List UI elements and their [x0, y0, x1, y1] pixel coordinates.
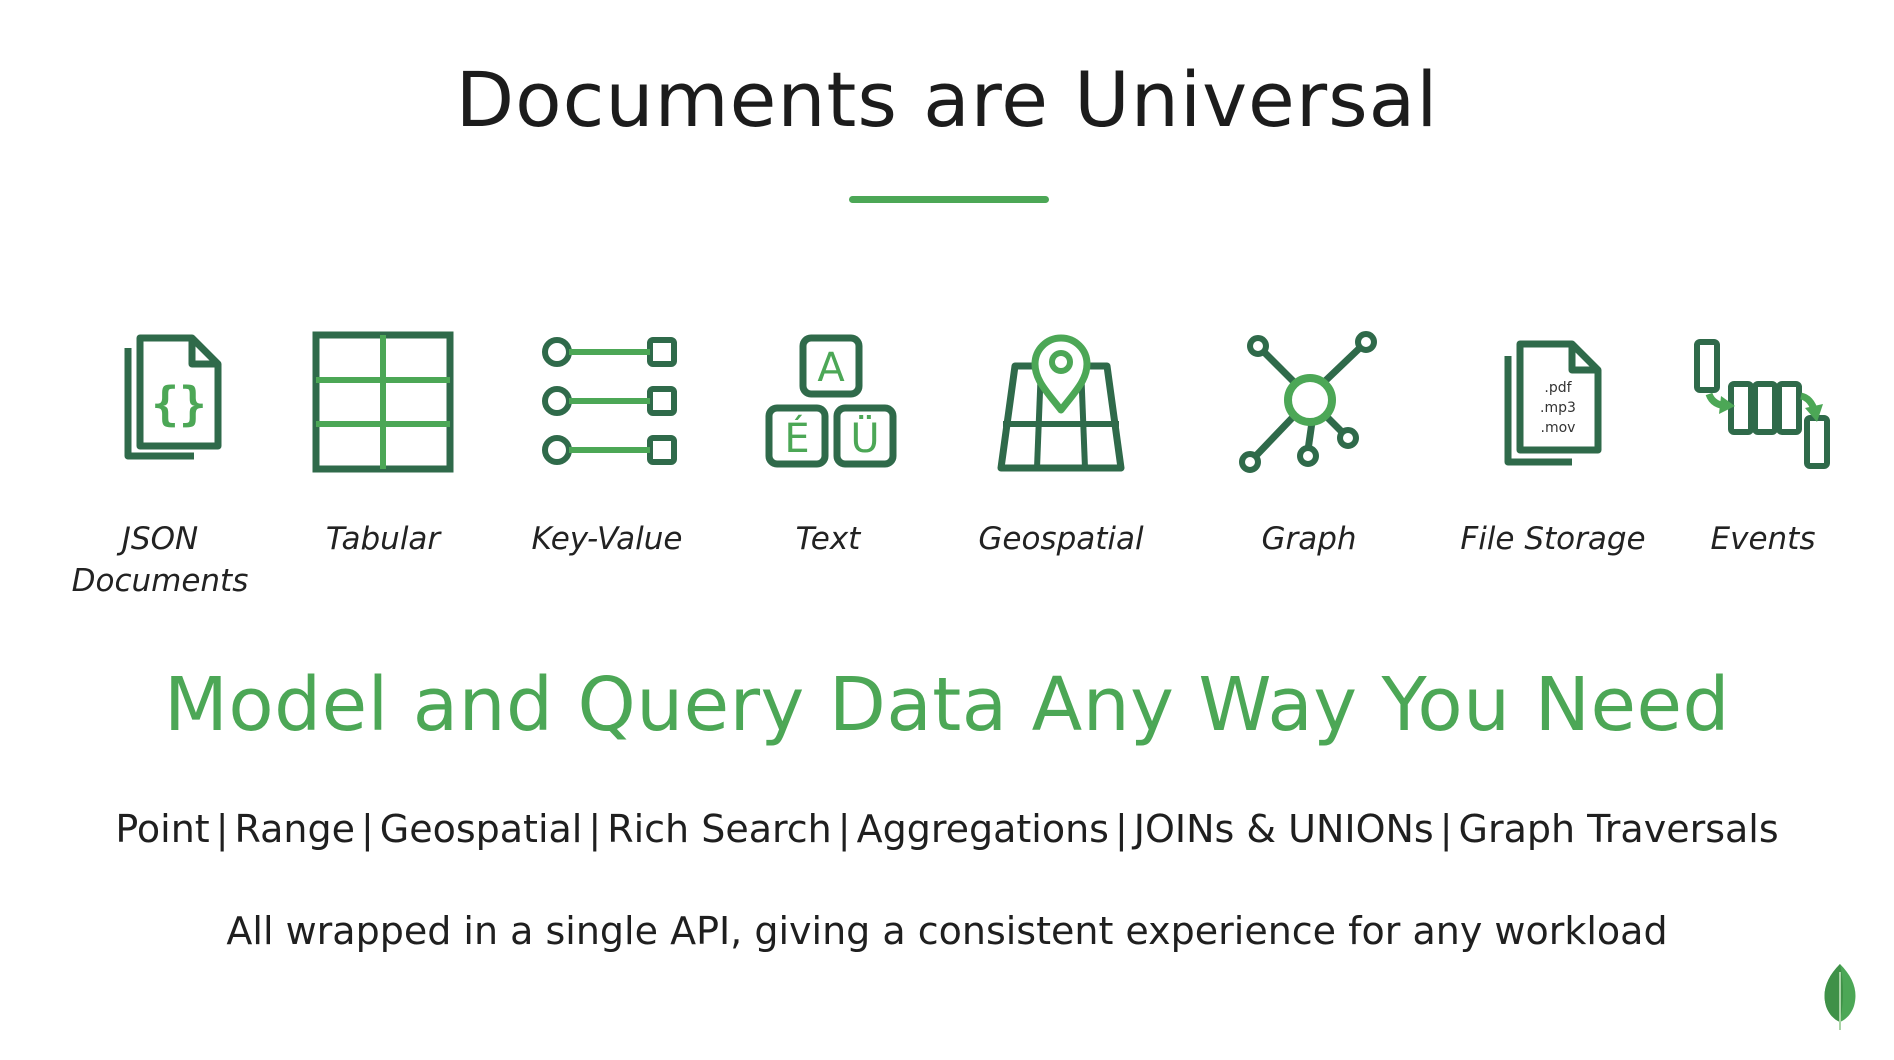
key-value-icon [527, 322, 687, 482]
file-type-pdf: .pdf [1544, 380, 1572, 396]
label-events: Events [1710, 521, 1816, 557]
slide-title: Documents are Universal [455, 55, 1439, 144]
glyph-e-acute: É [784, 414, 809, 462]
map-pin-icon [981, 322, 1141, 482]
file-type-mov: .mov [1541, 420, 1576, 436]
graph-nodes-icon [1228, 322, 1388, 482]
operation-range: Range [234, 807, 355, 851]
glyph-u-umlaut: Ü [850, 414, 879, 462]
glyph-a: A [817, 345, 845, 391]
operation-joins-unions: JOINs & UNIONs [1133, 807, 1434, 851]
label-file-storage: File Storage [1460, 521, 1646, 557]
operation-aggregations: Aggregations [856, 807, 1109, 851]
mongodb-leaf-icon [1820, 962, 1860, 1032]
label-geospatial: Geospatial [978, 521, 1144, 557]
label-key-value: Key-Value [531, 521, 683, 557]
text-characters-icon: A É Ü [751, 322, 911, 482]
label-json-documents: JSON Documents [71, 521, 249, 599]
separator: | [837, 807, 851, 851]
title-underline [849, 196, 1049, 203]
operation-geospatial: Geospatial [379, 807, 583, 851]
label-graph: Graph [1261, 521, 1357, 557]
json-document-icon: {} [88, 322, 248, 482]
operation-point: Point [115, 807, 210, 851]
operation-graph-traversals: Graph Traversals [1458, 807, 1779, 851]
label-tabular: Tabular [325, 521, 441, 557]
events-icon [1677, 322, 1837, 482]
separator: | [1114, 807, 1128, 851]
separator: | [215, 807, 229, 851]
headline: Model and Query Data Any Way You Need [164, 662, 1730, 748]
separator: | [1439, 807, 1453, 851]
operation-rich-search: Rich Search [607, 807, 832, 851]
separator: | [360, 807, 374, 851]
separator: | [588, 807, 602, 851]
file-storage-icon: .pdf .mp3 .mov [1468, 322, 1628, 482]
query-operations-list: Point | Range | Geospatial | Rich Search | Aggre… [0, 810, 1894, 848]
json-braces-glyph: {} [151, 377, 206, 431]
file-type-mp3: .mp3 [1540, 400, 1576, 416]
tagline: All wrapped in a single API, giving a co… [226, 909, 1668, 953]
label-text: Text [795, 521, 861, 557]
table-icon [303, 322, 463, 482]
